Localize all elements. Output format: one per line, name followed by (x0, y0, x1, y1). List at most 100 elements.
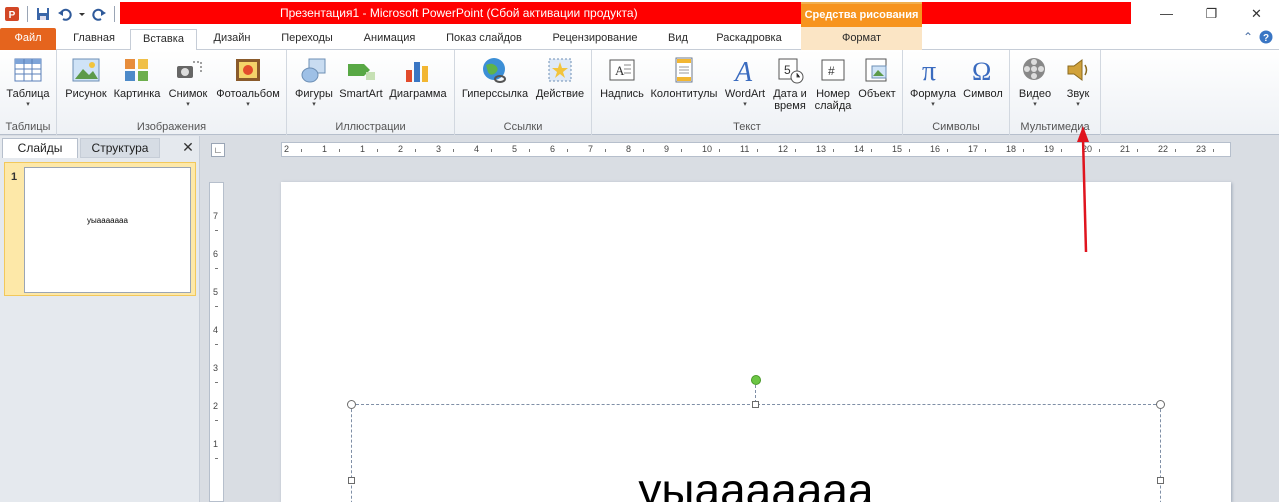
tab-animations[interactable]: Анимация (352, 29, 427, 50)
powerpoint-logo-icon[interactable]: P (3, 5, 21, 23)
equation-label: Формула (909, 88, 957, 100)
tab-format[interactable]: Формат (801, 29, 922, 50)
hyperlink-button[interactable]: Гиперссылка (460, 54, 530, 120)
tab-outline[interactable]: Структура (80, 138, 160, 158)
ruler-label: 9 (664, 144, 670, 154)
slide-thumbnail-selected[interactable]: 1 уыааааааа (4, 162, 196, 296)
save-icon[interactable] (34, 5, 52, 23)
slide-number: 1 (11, 171, 18, 183)
ruler-tick (757, 149, 758, 152)
drawing-tools-context-tab: Средства рисования (801, 2, 922, 27)
wordart-button[interactable]: A WordArt ▾ (722, 54, 768, 120)
ruler-tick (1213, 149, 1214, 152)
ruler-label: 7 (588, 144, 594, 154)
tab-transitions[interactable]: Переходы (268, 29, 346, 50)
symbol-button[interactable]: Ω Символ (960, 54, 1006, 120)
ruler-label: 21 (1120, 144, 1131, 154)
tab-slideshow[interactable]: Показ слайдов (435, 29, 533, 50)
ruler-label: 23 (1196, 144, 1207, 154)
shapes-button[interactable]: Фигуры ▾ (291, 54, 337, 120)
ruler-label: 13 (816, 144, 827, 154)
tab-insert[interactable]: Вставка (130, 29, 197, 51)
header-footer-button[interactable]: Колонтитулы (649, 54, 719, 120)
screenshot-icon (172, 54, 204, 86)
collapse-ribbon-icon[interactable]: ⌃ (1243, 30, 1253, 47)
help-icon[interactable]: ? (1259, 30, 1273, 47)
slide-thumbnail[interactable]: уыааааааа (24, 167, 191, 293)
ruler-label: 4 (474, 144, 480, 154)
object-button[interactable]: Объект (855, 54, 899, 120)
resize-handle-top-left[interactable] (347, 400, 356, 409)
photo-album-button[interactable]: Фотоальбом ▾ (213, 54, 283, 120)
ruler-tick (415, 149, 416, 152)
group-links: Гиперссылка Действие Ссылки (455, 50, 592, 135)
screenshot-button[interactable]: Снимок ▾ (166, 54, 210, 120)
screenshot-label: Снимок (168, 88, 208, 100)
date-time-button[interactable]: 5 Дата и время (770, 54, 810, 120)
ruler-tick (301, 149, 302, 152)
minimize-button[interactable]: — (1144, 0, 1189, 27)
tab-view[interactable]: Вид (658, 29, 698, 50)
ruler-tick (643, 149, 644, 152)
ruler-tick (985, 149, 986, 152)
ruler-label: 3 (436, 144, 442, 154)
ruler-label: 6 (213, 249, 219, 259)
tab-file[interactable]: Файл (0, 28, 56, 50)
omega-icon: Ω (967, 54, 999, 86)
slide-number-icon: # (817, 54, 849, 86)
close-button[interactable]: ✕ (1234, 0, 1279, 27)
clipart-button[interactable]: Картинка (112, 54, 162, 120)
ruler-tick (1061, 149, 1062, 152)
textbox-button[interactable]: A Надпись (598, 54, 646, 120)
globe-link-icon (479, 54, 511, 86)
tab-slides[interactable]: Слайды (2, 138, 78, 158)
audio-button[interactable]: Звук ▾ (1058, 54, 1098, 120)
ruler-tick (795, 149, 796, 152)
resize-handle-top[interactable] (752, 401, 759, 408)
group-text: A Надпись Колонтитулы A WordArt ▾ 5 Дата… (592, 50, 903, 135)
separator (27, 5, 28, 22)
ruler-tick (215, 306, 218, 307)
chart-label: Диаграмма (389, 88, 447, 100)
chevron-down-icon: ▾ (26, 101, 30, 108)
tab-home[interactable]: Главная (64, 29, 124, 50)
tab-storyboard[interactable]: Раскадровка (704, 29, 794, 50)
ruler-tick (1137, 149, 1138, 152)
table-button[interactable]: Таблица ▾ (4, 54, 52, 120)
calendar-clock-icon: 5 (774, 54, 806, 86)
slide-editor: ∟ 2 1 1 2 3 4 5 6 7 8 9 10 11 12 13 14 15 16 17 18 19 20 21 22 2… (201, 136, 1279, 502)
restore-button[interactable]: ❐ (1189, 0, 1234, 27)
table-label: Таблица (6, 88, 50, 100)
smartart-button[interactable]: SmartArt (338, 54, 384, 120)
ruler-tick (215, 344, 218, 345)
action-button[interactable]: Действие (533, 54, 587, 120)
vertical-ruler[interactable]: 7 6 5 4 3 2 1 (209, 182, 224, 502)
table-icon (12, 54, 44, 86)
tab-design[interactable]: Дизайн (203, 29, 261, 50)
rotation-handle[interactable] (751, 375, 761, 385)
slide-title-text[interactable]: уыааааааа (352, 465, 1160, 502)
group-label: Текст (733, 121, 761, 133)
ruler-tick (909, 149, 910, 152)
video-button[interactable]: Видео ▾ (1014, 54, 1056, 120)
video-label: Видео (1018, 88, 1052, 100)
undo-dropdown-icon[interactable] (78, 5, 86, 23)
ruler-label: 6 (550, 144, 556, 154)
chevron-down-icon: ▾ (312, 101, 316, 108)
equation-button[interactable]: π Формула ▾ (908, 54, 958, 120)
chart-button[interactable]: Диаграмма (386, 54, 450, 120)
chevron-down-icon: ▾ (186, 101, 190, 108)
redo-icon[interactable] (90, 5, 108, 23)
slide-number-button[interactable]: # Номер слайда (811, 54, 855, 120)
undo-icon[interactable] (56, 5, 74, 23)
picture-button[interactable]: Рисунок (63, 54, 109, 120)
resize-handle-top-right[interactable] (1156, 400, 1165, 409)
shapes-label: Фигуры (295, 88, 333, 100)
svg-text:Ω: Ω (972, 57, 991, 84)
picture-label: Рисунок (65, 88, 107, 100)
tab-stop-selector[interactable]: ∟ (211, 143, 225, 157)
title-placeholder[interactable]: уыааааааа (347, 400, 1165, 502)
ruler-label: 19 (1044, 144, 1055, 154)
close-pane-icon[interactable]: ✕ (180, 138, 196, 158)
tab-review[interactable]: Рецензирование (540, 29, 650, 50)
